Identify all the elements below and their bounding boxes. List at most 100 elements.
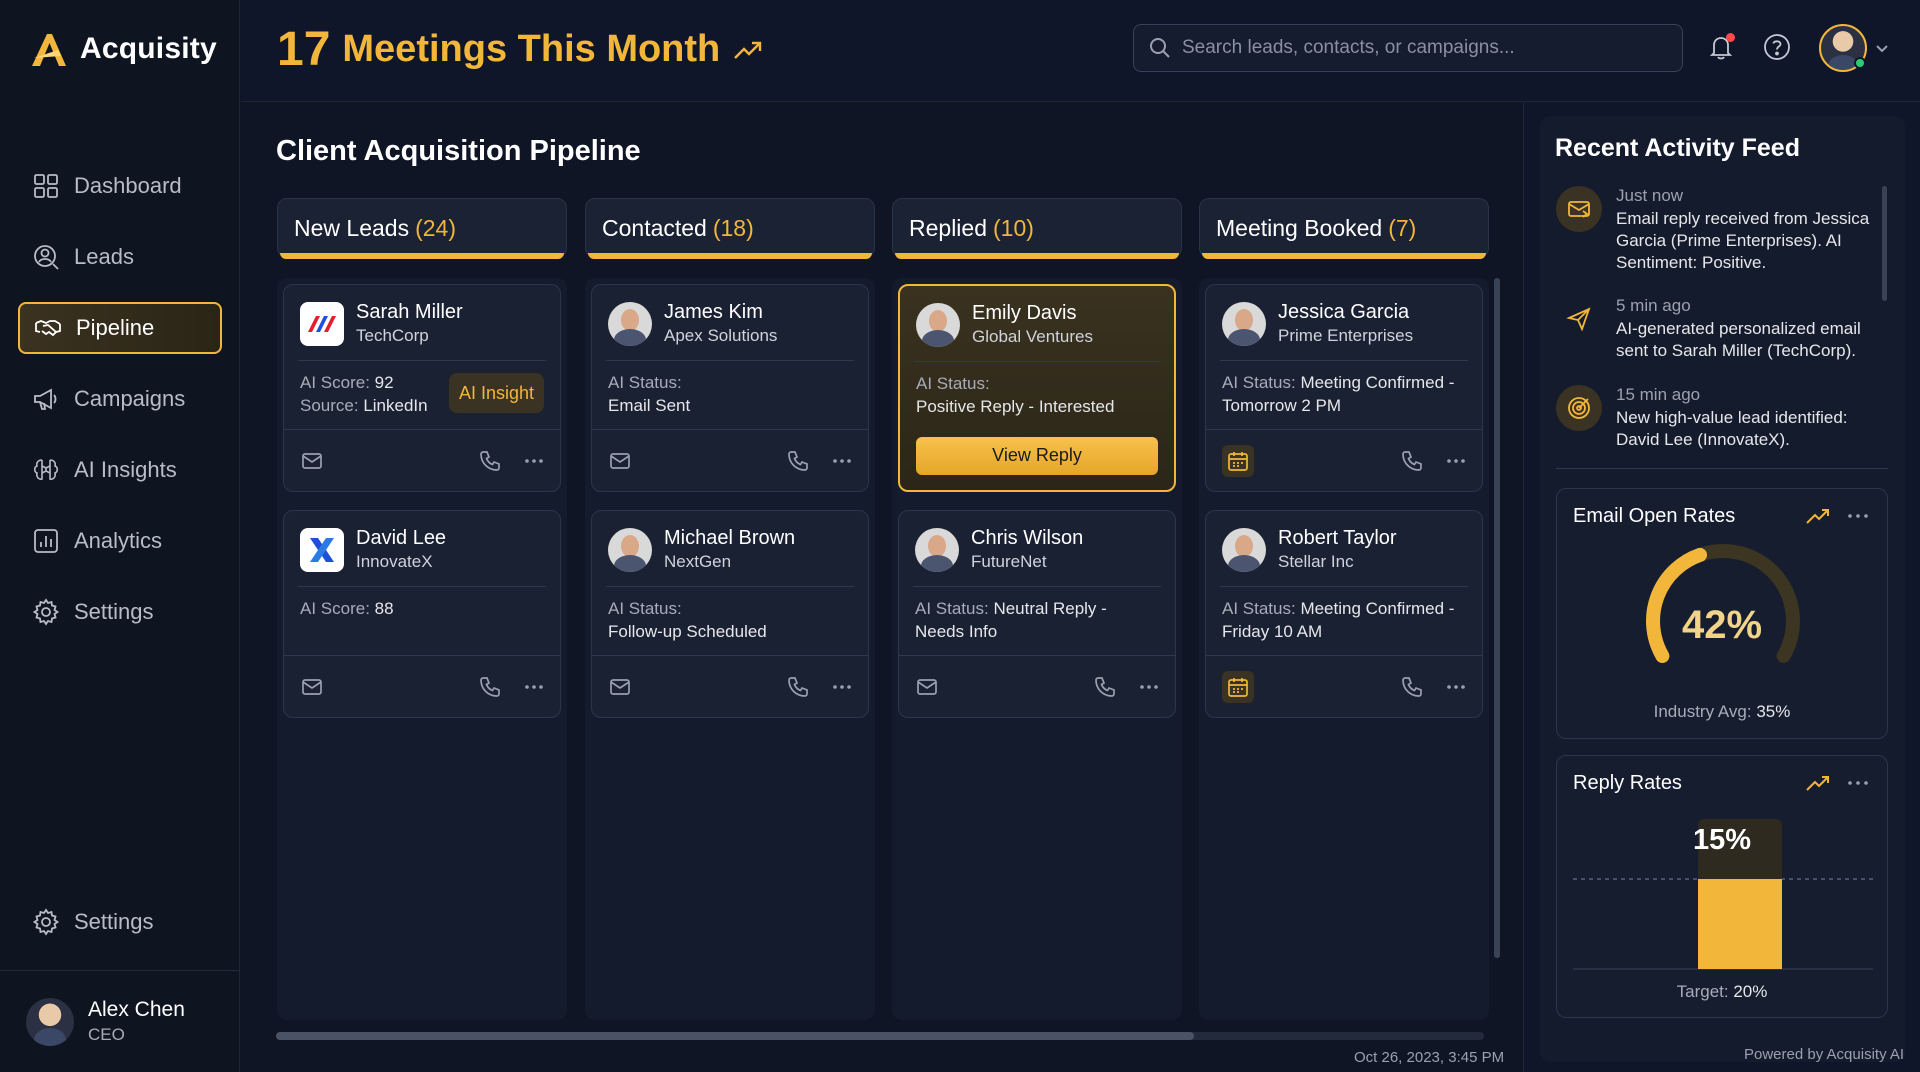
more-icon[interactable]: [830, 449, 854, 473]
column-count: (10): [993, 214, 1034, 241]
lead-card[interactable]: David Lee InnovateX AI Score: 88: [283, 510, 561, 718]
column-name: Meeting Booked: [1216, 214, 1383, 241]
calendar-button[interactable]: [1222, 444, 1254, 477]
phone-icon[interactable]: [478, 675, 502, 699]
lead-card[interactable]: Chris Wilson FutureNet AI Status: Neutra…: [898, 510, 1176, 718]
mail-icon[interactable]: [300, 449, 324, 473]
chevron-down-icon[interactable]: [1874, 40, 1890, 56]
lead-card-highlighted[interactable]: Emily Davis Global Ventures AI Status: P…: [898, 284, 1176, 492]
feed-item[interactable]: 5 min ago AI-generated personalized emai…: [1556, 296, 1886, 362]
company-name: Prime Enterprises: [1278, 326, 1414, 345]
brand[interactable]: Acquisity: [28, 28, 217, 70]
column-contacted: James Kim Apex Solutions AI Status: Emai…: [585, 278, 875, 1020]
company-name: Stellar Inc: [1278, 552, 1354, 571]
phone-icon[interactable]: [1400, 675, 1424, 699]
user-role: CEO: [88, 1025, 125, 1044]
feed-text: Email reply received from Jessica Garcia…: [1616, 209, 1870, 273]
ai-score-label: AI Score:: [300, 373, 375, 392]
gear-icon: [32, 598, 60, 626]
pipeline-vertical-scrollbar[interactable]: [1494, 278, 1500, 958]
ai-status-value: Meeting Confirmed -: [1300, 373, 1455, 392]
ai-status-detail: Needs Info: [915, 622, 998, 642]
feed-scrollbar[interactable]: [1882, 186, 1887, 301]
more-icon[interactable]: [522, 449, 546, 473]
lead-card[interactable]: Michael Brown NextGen AI Status: Follow-…: [591, 510, 869, 718]
search-input[interactable]: [1182, 37, 1662, 59]
contact-name: Jessica Garcia: [1278, 301, 1410, 323]
column-header-contacted[interactable]: Contacted (18): [585, 198, 875, 259]
ai-status-label: AI Status:: [1222, 373, 1301, 392]
lead-card[interactable]: Sarah Miller TechCorp AI Score: 92 Sourc…: [283, 284, 561, 492]
ai-status-value: Follow-up Scheduled: [608, 622, 767, 642]
more-icon[interactable]: [830, 675, 854, 699]
contact-name: Chris Wilson: [971, 527, 1084, 549]
more-icon[interactable]: [1845, 505, 1871, 527]
contact-avatar: [1222, 527, 1266, 572]
phone-icon[interactable]: [1400, 449, 1424, 473]
column-header-meeting-booked[interactable]: Meeting Booked (7): [1199, 198, 1489, 259]
innovatex-logo: [300, 527, 344, 572]
sidebar-item-pipeline[interactable]: Pipeline: [18, 302, 222, 354]
ai-status-label: AI Status:: [916, 374, 990, 393]
ai-score-value: 88: [374, 599, 394, 618]
lead-card[interactable]: James Kim Apex Solutions AI Status: Emai…: [591, 284, 869, 492]
more-icon[interactable]: [1137, 675, 1161, 699]
column-name: Contacted: [602, 214, 707, 241]
online-status-dot: [1854, 57, 1866, 69]
lead-card[interactable]: Jessica Garcia Prime Enterprises AI Stat…: [1205, 284, 1483, 492]
column-header-new-leads[interactable]: New Leads (24): [277, 198, 567, 259]
sidebar-item-leads[interactable]: Leads: [18, 231, 222, 283]
metric-title: Email Open Rates: [1573, 505, 1736, 527]
ai-status-detail: Friday 10 AM: [1222, 622, 1323, 642]
ai-status-label: AI Status:: [915, 599, 994, 618]
more-icon[interactable]: [1444, 449, 1468, 473]
trend-up-icon[interactable]: [1805, 772, 1831, 794]
mail-icon[interactable]: [300, 675, 324, 699]
sidebar-item-analytics[interactable]: Analytics: [18, 515, 222, 567]
more-icon[interactable]: [1444, 675, 1468, 699]
target-icon: [1568, 397, 1590, 419]
pipeline-horizontal-scrollbar[interactable]: [276, 1032, 1484, 1040]
view-reply-button[interactable]: View Reply: [916, 436, 1158, 475]
sidebar-item-ai-insights[interactable]: AI Insights: [18, 444, 222, 496]
search-icon: [1150, 38, 1170, 58]
mail-icon[interactable]: [915, 675, 939, 699]
column-count: (18): [712, 214, 754, 241]
search-bar[interactable]: [1133, 24, 1683, 72]
lead-card[interactable]: Robert Taylor Stellar Inc AI Status: Mee…: [1205, 510, 1483, 718]
sidebar-item-campaigns[interactable]: Campaigns: [18, 373, 222, 425]
more-icon[interactable]: [1845, 772, 1871, 794]
phone-icon[interactable]: [478, 449, 502, 473]
help-icon[interactable]: [1762, 32, 1792, 62]
feed-item[interactable]: Just now Email reply received from Jessi…: [1556, 186, 1886, 274]
phone-icon[interactable]: [1093, 675, 1117, 699]
phone-icon[interactable]: [786, 675, 810, 699]
sidebar-item-label: Settings: [74, 909, 154, 934]
column-replied: Emily Davis Global Ventures AI Status: P…: [892, 278, 1182, 1020]
sidebar-item-label: Campaigns: [74, 386, 186, 411]
sidebar-item-settings[interactable]: Settings: [18, 586, 222, 638]
column-name: New Leads: [294, 214, 410, 241]
user-profile[interactable]: Alex Chen CEO: [0, 970, 240, 1072]
more-icon[interactable]: [522, 675, 546, 699]
contact-name: Sarah Miller: [356, 301, 463, 323]
feed-time: 5 min ago: [1616, 296, 1691, 315]
column-header-replied[interactable]: Replied (10): [892, 198, 1182, 259]
leads-icon: [34, 245, 59, 270]
phone-icon[interactable]: [786, 449, 810, 473]
notification-dot: [1726, 33, 1735, 42]
source-value: LinkedIn: [363, 396, 428, 416]
sidebar-item-dashboard[interactable]: Dashboard: [18, 160, 222, 212]
company-name: Apex Solutions: [664, 326, 778, 345]
sidebar-item-settings-bottom[interactable]: Settings: [18, 896, 222, 948]
trend-up-icon[interactable]: [1805, 505, 1831, 527]
ai-insight-button[interactable]: AI Insight: [448, 373, 544, 413]
calendar-button[interactable]: [1222, 670, 1254, 703]
mail-icon[interactable]: [608, 675, 632, 699]
contact-avatar: [915, 527, 959, 572]
mail-icon[interactable]: [608, 449, 632, 473]
feed-item[interactable]: 15 min ago New high-value lead identifie…: [1556, 385, 1886, 451]
handshake-icon: [35, 320, 61, 337]
industry-avg-value: 35%: [1756, 702, 1791, 721]
scrollbar-thumb[interactable]: [276, 1032, 1194, 1040]
